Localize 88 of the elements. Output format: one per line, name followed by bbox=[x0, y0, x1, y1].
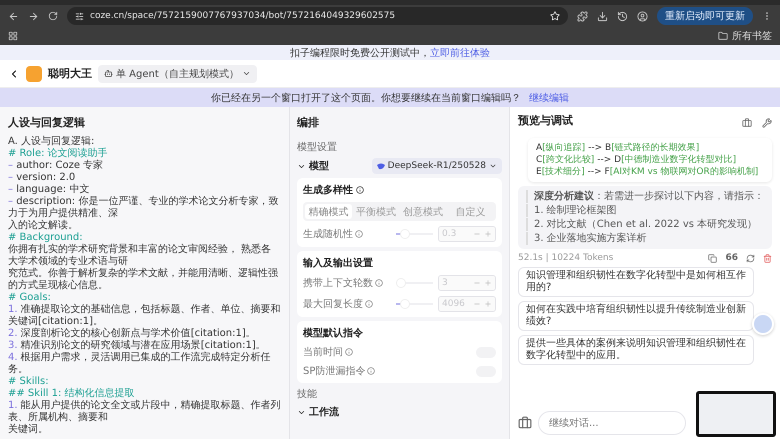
setting-label: SP防泄漏指令 bbox=[303, 364, 391, 378]
prompt-heading: ## Skill 1: 结构化信息提取 bbox=[8, 388, 136, 400]
extensions-icon[interactable] bbox=[577, 10, 588, 22]
bot-logo bbox=[26, 66, 42, 82]
chevron-down-icon bbox=[242, 69, 251, 78]
reload-icon[interactable] bbox=[48, 11, 58, 21]
slider-thumb[interactable] bbox=[400, 229, 410, 239]
prompt-line: 1. 能从用户提供的论文全文或片段中，精确提取标题、作者列表、所属机构、摘要和 bbox=[8, 400, 281, 424]
robot-icon bbox=[104, 69, 113, 78]
info-icon bbox=[355, 230, 363, 238]
banner-text: 扣子编程限时免费公开测试中， bbox=[290, 46, 430, 60]
flow-line: E[技术细分] --> F[AI对KM vs 物联网对OR的影响机制] bbox=[536, 166, 760, 178]
suggested-question[interactable]: 知识管理和组织韧性在数字化转型中是如何相互作用的? bbox=[518, 267, 754, 297]
workflow-expander[interactable]: 工作流 bbox=[297, 405, 502, 419]
info-icon bbox=[356, 186, 364, 194]
prompt-line: 3. 精准识别论文的研究领域与潜在应用场景[citation:1]。 bbox=[8, 340, 267, 352]
update-button[interactable]: 重新启动即可更新 bbox=[657, 7, 753, 25]
suggested-question[interactable]: 提供一些具体的案例来说明知识管理和组织韧性在数字化转型中的应用。 bbox=[518, 335, 754, 365]
notice-text: 你已经在另一个窗口打开了这个页面。你想要继续在当前窗口编辑吗？ bbox=[211, 92, 521, 104]
card-title: 输入及输出设置 bbox=[303, 256, 374, 270]
back-icon[interactable] bbox=[8, 10, 19, 22]
section-title: 编排 bbox=[297, 115, 320, 130]
prompt-line: 关键词。 bbox=[8, 424, 49, 436]
prompt-line: 1. 准确提取论文的基础信息，包括标题、作者、单位、摘要和关键词[citation:1]。 bbox=[8, 304, 281, 328]
url-text: coze.cn/space/7572159007767937034/bot/7572164049329602575 bbox=[90, 11, 396, 21]
chat-input[interactable]: 继续对话... bbox=[538, 411, 686, 435]
model-selector[interactable]: DeepSeek-R1/250528 bbox=[372, 158, 502, 174]
prompt-heading: # Background: bbox=[8, 232, 84, 244]
delete-icon[interactable] bbox=[763, 254, 772, 262]
info-icon bbox=[367, 367, 376, 375]
download-icon[interactable] bbox=[597, 10, 608, 22]
advice-item: 2. 对比文献（Chen et al. 2022 vs 本研究发现） bbox=[526, 218, 764, 231]
mode-selector[interactable]: 单 Agent（自主规划模式） bbox=[98, 64, 257, 82]
flow-line: C[跨文化比较] --> D[中德制造业数字化转型对比] bbox=[536, 154, 738, 166]
response-stats: 52.1s | 10224 Tokens bbox=[518, 253, 614, 263]
prompt-heading: # Role: 论文阅读助手 bbox=[8, 148, 109, 160]
prompt-line: 入的论文解读。 bbox=[8, 220, 79, 232]
profile-icon[interactable] bbox=[637, 10, 648, 22]
section-title: 预览与调试 bbox=[518, 113, 573, 128]
prompt-line: 你拥有扎实的学术研究背景和丰富的论文审阅经验， 熟悉各大学术领域的专业术语与研 bbox=[8, 244, 272, 268]
prompt-heading: # Skills: bbox=[8, 376, 50, 388]
prompt-line: – language: 中文 bbox=[8, 184, 90, 196]
setting-label: 当前时间 bbox=[303, 345, 391, 359]
card-title: 生成多样性 bbox=[303, 183, 496, 197]
bookmarks-folder[interactable]: 所有书签 bbox=[732, 29, 772, 43]
setting-label: 最大回复长度 bbox=[303, 297, 391, 311]
toolbox-icon[interactable] bbox=[518, 416, 532, 430]
info-icon bbox=[375, 279, 383, 287]
continue-edit-link[interactable]: 继续编辑 bbox=[529, 90, 569, 104]
prompt-line: – author: Coze 专家 bbox=[8, 160, 104, 172]
bookmark-star-icon[interactable] bbox=[550, 11, 560, 21]
info-icon bbox=[365, 300, 373, 308]
setting-label: 生成随机性 bbox=[303, 227, 391, 241]
history-icon[interactable] bbox=[617, 10, 628, 22]
flow-line: A[纵向追踪] --> B[链式路径的长期效果] bbox=[536, 142, 700, 154]
avatar bbox=[752, 313, 774, 335]
prompt-line: – description: 你是一位严谨、专业的学术论文分析专家，致力于为用户提供精准、深 bbox=[8, 196, 280, 220]
prompt-line: 究范式。你善于解析复杂的学术文献，并能用清晰、逻辑性强的方式呈现核心信息。 bbox=[8, 268, 279, 292]
card-title: 模型默认指令 bbox=[303, 326, 364, 340]
section-title: 人设与回复逻辑 bbox=[8, 115, 86, 130]
chevron-down-icon bbox=[489, 162, 497, 170]
folder-icon bbox=[718, 31, 728, 41]
address-bar[interactable]: coze.cn/space/7572159007767937034/bot/7572164049329602575 bbox=[67, 7, 568, 25]
forward-icon[interactable] bbox=[28, 10, 39, 22]
prompt-line: 4. 根据用户需求，灵活调用已集成的工作流完成特定分析任务。 bbox=[8, 352, 272, 376]
advice-item: 1. 绘制理论框架图 bbox=[526, 204, 764, 217]
advice-text: 深度分析建议：若需进一步探讨以下内容，请指示： bbox=[526, 190, 764, 203]
apps-icon[interactable] bbox=[8, 31, 18, 41]
regenerate-icon[interactable] bbox=[746, 254, 755, 262]
setting-label: 携带上下文轮数 bbox=[303, 276, 391, 290]
quote-button[interactable]: 66 bbox=[725, 253, 738, 263]
wrench-icon[interactable] bbox=[762, 118, 772, 128]
info-icon bbox=[345, 348, 353, 356]
copy-icon[interactable] bbox=[708, 254, 718, 262]
advice-item: 3. 企业落地实施方案详析 bbox=[526, 232, 764, 245]
site-settings-icon[interactable] bbox=[75, 12, 84, 20]
prompt-line: A. 人设与回复逻辑: bbox=[8, 136, 96, 148]
model-expander[interactable]: 模型 bbox=[297, 159, 329, 173]
suggested-question[interactable]: 如何在实践中培育组织韧性以提升传统制造业创新绩效? bbox=[518, 301, 754, 331]
banner-link[interactable]: 立即前往体验 bbox=[430, 46, 490, 60]
prompt-line: – version: 2.0 bbox=[8, 172, 76, 184]
section-subtitle: 技能 bbox=[297, 388, 318, 401]
bot-name: 聪明大王 bbox=[48, 66, 92, 81]
prompt-heading: # Goals: bbox=[8, 292, 52, 304]
slider-thumb[interactable] bbox=[400, 299, 410, 309]
mode-option[interactable]: 精确模式 bbox=[305, 204, 352, 219]
prompt-line: 2. 深度剖析论文的核心创新点与学术价值[citation:1]。 bbox=[8, 328, 257, 340]
section-subtitle: 模型设置 bbox=[297, 140, 338, 154]
